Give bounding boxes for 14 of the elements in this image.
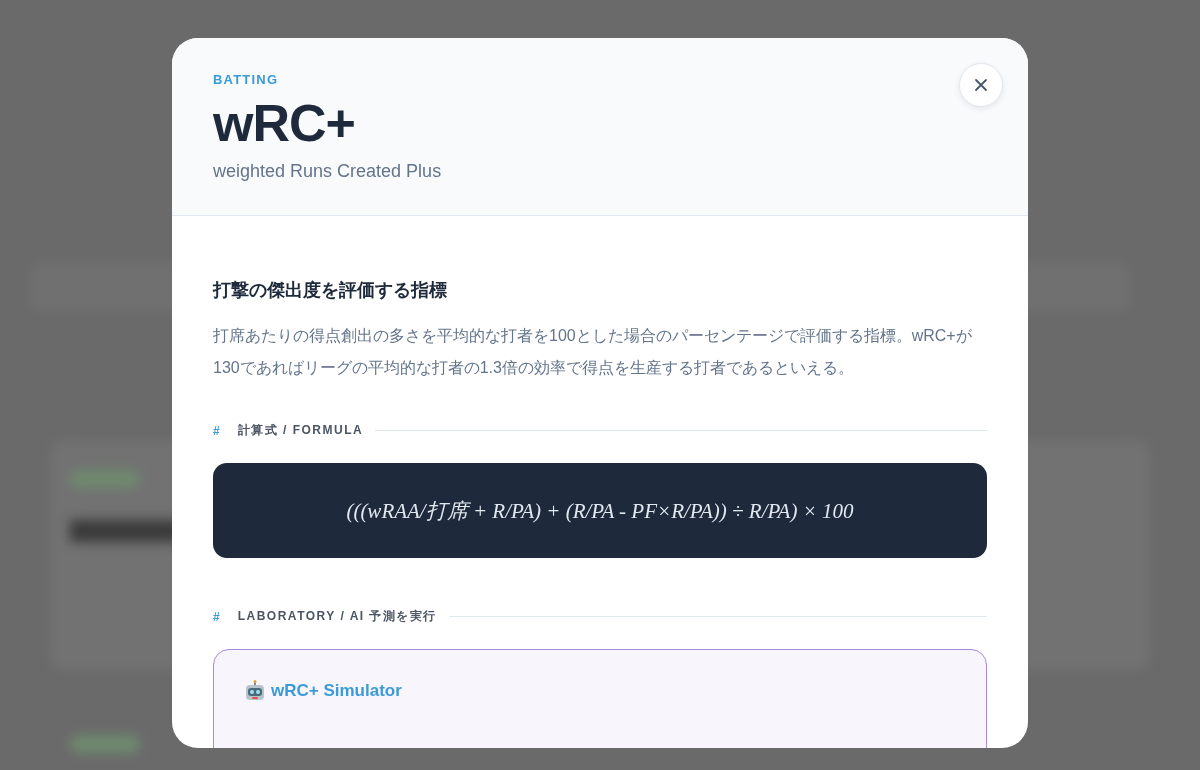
close-icon	[974, 78, 988, 92]
section-label: 計算式 / FORMULA	[237, 422, 364, 439]
category-label: BATTING	[213, 72, 279, 87]
hash-mark: #	[213, 423, 220, 438]
close-button[interactable]	[959, 63, 1003, 107]
description-text: 打席あたりの得点創出の多さを平均的な打者を100とした場合のパーセンテージで評価する指標。wRC+が130であればリーグの平均的な打者の1.3倍の効率で得点を生産する打者であるといえる。	[213, 326, 973, 378]
formula-text: (((wRAA/打席 + R/PA) + (R/PA - PF×R/PA)) ÷ R/PA) × 100	[346, 497, 854, 525]
metric-subtitle: weighted Runs Created Plus	[213, 161, 442, 182]
description-heading: 打撃の傑出度を評価する指標	[213, 279, 448, 302]
section-label: LABORATORY / AI 予測を実行	[237, 608, 437, 625]
metric-title: wRC+	[213, 93, 355, 153]
robot-icon	[245, 680, 265, 702]
simulator-title: wRC+ Simulator	[271, 681, 402, 701]
hash-mark: #	[213, 609, 220, 624]
